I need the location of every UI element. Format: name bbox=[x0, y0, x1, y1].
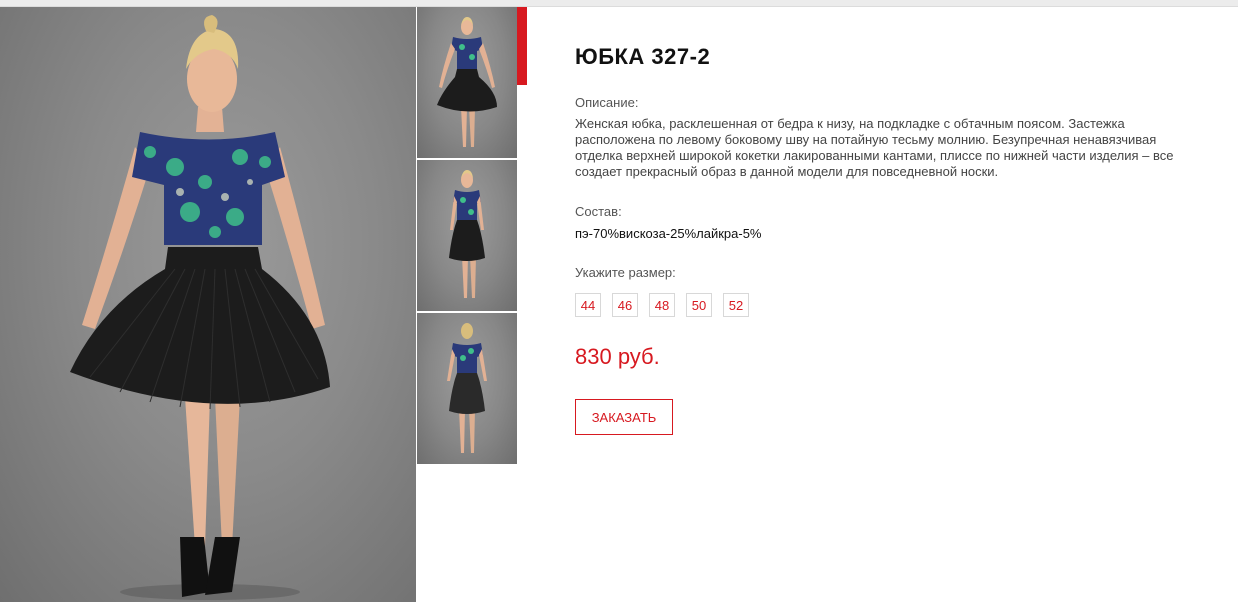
size-option-44[interactable]: 44 bbox=[575, 293, 601, 317]
product-description: Женская юбка, расклешенная от бедра к ни… bbox=[575, 116, 1174, 179]
description-label: Описание: bbox=[575, 95, 639, 110]
size-option-50[interactable]: 50 bbox=[686, 293, 712, 317]
main-product-photo[interactable] bbox=[0, 7, 416, 602]
product-info: ЮБКА 327-2 Описание: Женская юбка, раскл… bbox=[575, 44, 1195, 435]
order-button[interactable]: ЗАКАЗАТЬ bbox=[575, 399, 673, 435]
size-option-46[interactable]: 46 bbox=[612, 293, 638, 317]
size-selector: 44 46 48 50 52 bbox=[575, 293, 760, 317]
thumbnail-back[interactable] bbox=[417, 313, 517, 464]
size-option-48[interactable]: 48 bbox=[649, 293, 675, 317]
size-label: Укажите размер: bbox=[575, 265, 676, 280]
active-thumbnail-indicator bbox=[517, 7, 527, 85]
size-option-52[interactable]: 52 bbox=[723, 293, 749, 317]
product-composition: пэ-70%вискоза-25%лайкра-5% bbox=[575, 226, 762, 241]
composition-label: Состав: bbox=[575, 204, 622, 219]
browser-top-edge bbox=[0, 0, 1238, 7]
product-price: 830 руб. bbox=[575, 344, 660, 369]
thumbnail-list bbox=[417, 7, 517, 466]
product-title: ЮБКА 327-2 bbox=[575, 44, 711, 69]
thumbnail-front[interactable] bbox=[417, 7, 517, 158]
thumbnail-side[interactable] bbox=[417, 160, 517, 311]
